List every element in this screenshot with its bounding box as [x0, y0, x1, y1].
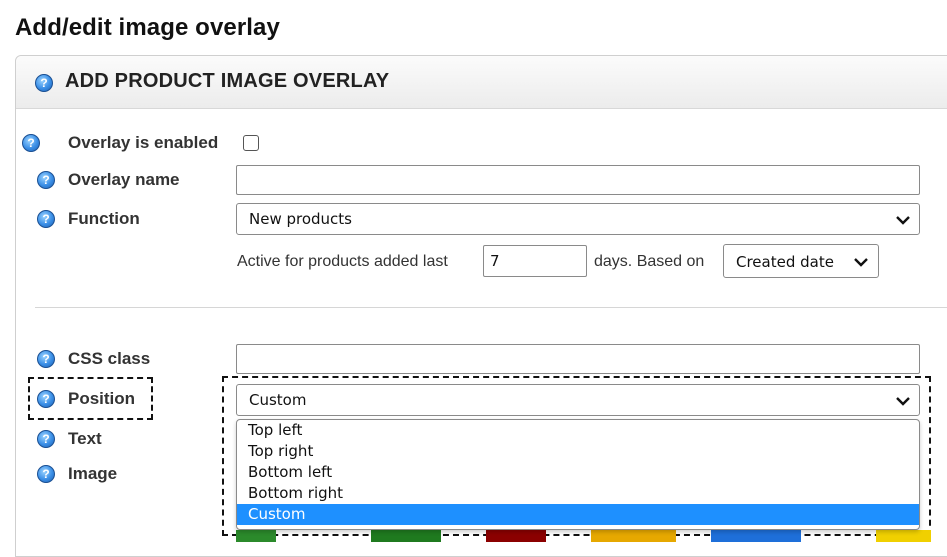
position-option-top-right[interactable]: Top right — [237, 441, 919, 462]
css-class-input[interactable] — [236, 344, 920, 374]
image-swatch[interactable] — [876, 530, 931, 542]
date-select-value: Created date — [736, 253, 834, 271]
chevron-down-icon — [896, 216, 910, 225]
overlay-name-input[interactable] — [236, 165, 920, 195]
help-icon[interactable]: ? — [37, 210, 55, 228]
help-icon[interactable]: ? — [22, 134, 40, 152]
position-option-top-left[interactable]: Top left — [237, 420, 919, 441]
panel-header: ? ADD PRODUCT IMAGE OVERLAY — [16, 56, 947, 109]
css-class-label: CSS class — [68, 349, 151, 368]
function-select-value: New products — [249, 210, 352, 228]
help-icon[interactable]: ? — [37, 350, 55, 368]
active-prefix-text: Active for products added last — [237, 253, 448, 270]
position-select-value: Custom — [249, 391, 307, 409]
position-label: Position — [68, 389, 136, 408]
image-swatch[interactable] — [371, 530, 441, 542]
days-input[interactable]: 7 — [483, 245, 587, 277]
position-option-bottom-left[interactable]: Bottom left — [237, 462, 919, 483]
date-select[interactable]: Created date — [723, 244, 879, 278]
overlay-name-label: Overlay name — [68, 170, 180, 189]
help-icon[interactable]: ? — [37, 465, 55, 483]
image-swatch[interactable] — [236, 530, 276, 542]
image-swatch[interactable] — [591, 530, 676, 542]
position-option-custom[interactable]: Custom — [237, 504, 919, 525]
image-swatch-row — [236, 530, 936, 542]
chevron-down-icon — [854, 258, 868, 267]
page-title: Add/edit image overlay — [15, 14, 280, 41]
image-label: Image — [68, 464, 118, 483]
position-select[interactable]: Custom — [236, 384, 920, 416]
help-icon[interactable]: ? — [37, 430, 55, 448]
function-select[interactable]: New products — [236, 203, 920, 235]
panel-title: ADD PRODUCT IMAGE OVERLAY — [65, 70, 390, 92]
text-label: Text — [68, 429, 102, 448]
image-swatch[interactable] — [486, 530, 546, 542]
enabled-label: Overlay is enabled — [68, 133, 219, 152]
help-icon[interactable]: ? — [35, 74, 53, 92]
based-on-text: days. Based on — [594, 253, 705, 270]
help-icon[interactable]: ? — [37, 390, 55, 408]
position-option-bottom-right[interactable]: Bottom right — [237, 483, 919, 504]
enabled-checkbox[interactable] — [243, 135, 259, 151]
help-icon[interactable]: ? — [37, 171, 55, 189]
image-swatch[interactable] — [711, 530, 801, 542]
function-label: Function — [68, 209, 140, 228]
section-divider — [35, 307, 947, 308]
chevron-down-icon — [896, 397, 910, 406]
position-dropdown-list: Top left Top right Bottom left Bottom ri… — [236, 419, 920, 530]
